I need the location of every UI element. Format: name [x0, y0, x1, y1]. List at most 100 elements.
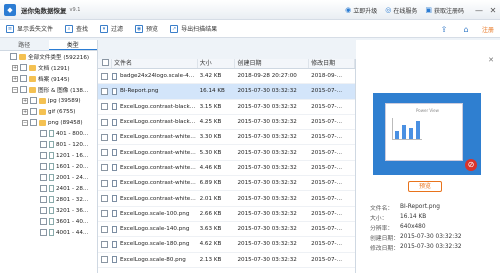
tree-item[interactable]: 全部文件类型 (592216) — [0, 51, 97, 62]
tree-item[interactable]: + 档案 (9145) — [0, 73, 97, 84]
filter-button[interactable]: ▾ 过滤 — [100, 24, 123, 33]
file-row[interactable]: BI-Report.png 16.14 KB 2015-07-30 03:32:32… — [98, 84, 355, 100]
row-checkbox[interactable] — [98, 240, 112, 248]
file-row[interactable]: ExcelLogo.contrast-white… 6.89 KB 2015-07-… — [98, 176, 355, 192]
tree-checkbox[interactable] — [40, 218, 47, 225]
file-created: 2015-07-30 03:32:32 — [237, 119, 297, 126]
file-name: ExcelLogo.scale-80.png — [119, 256, 186, 263]
header-checkbox[interactable] — [98, 59, 112, 68]
row-checkbox[interactable] — [98, 72, 112, 80]
find-button[interactable]: ⌕ 查找 — [65, 24, 88, 33]
row-checkbox[interactable] — [98, 256, 112, 264]
online-service-button[interactable]: ◎ 在线服务 — [385, 6, 417, 15]
row-checkbox[interactable] — [98, 103, 112, 111]
tree-item[interactable]: 401 - 800… — [0, 128, 97, 139]
row-checkbox[interactable] — [98, 164, 112, 172]
row-checkbox[interactable] — [98, 210, 112, 218]
file-name-cell: ExcelLogo.scale-140.png — [111, 225, 198, 233]
file-row[interactable]: ExcelLogo.contrast-white… 4.46 KB 2015-07-… — [98, 161, 355, 177]
tree-checkbox[interactable] — [40, 185, 47, 192]
tree-checkbox[interactable] — [20, 64, 27, 71]
tree-item[interactable]: 3201 - 36… — [0, 205, 97, 216]
file-row[interactable]: ExcelLogo.contrast-black… 4.25 KB 2015-07-… — [98, 115, 355, 131]
expand-toggle-icon[interactable]: + — [22, 108, 28, 115]
tree-checkbox[interactable] — [40, 174, 47, 181]
tree-checkbox[interactable] — [40, 163, 47, 170]
file-row[interactable]: ExcelLogo.contrast-white… 5.30 KB 2015-07-… — [98, 145, 355, 161]
register-button[interactable]: 注册 — [482, 25, 494, 34]
close-icon[interactable]: ✕ — [488, 56, 494, 64]
tree-checkbox[interactable] — [40, 141, 47, 148]
image-file-icon — [111, 179, 117, 187]
tree-item[interactable]: 2801 - 32… — [0, 194, 97, 205]
tree-item[interactable]: 4001 - 44… — [0, 227, 97, 238]
expand-toggle-icon[interactable]: − — [12, 86, 18, 93]
file-type-tree: 全部文件类型 (592216) + 文档 (1291) + 档案 (9145) − 图形 &… — [0, 51, 97, 238]
row-checkbox[interactable] — [98, 118, 112, 126]
tree-item[interactable]: + jpg (39589) — [0, 95, 97, 106]
share-icon[interactable]: ⇪ — [438, 25, 450, 34]
tree-checkbox[interactable] — [30, 119, 37, 126]
tree-checkbox[interactable] — [20, 86, 27, 93]
tree-checkbox[interactable] — [40, 207, 47, 214]
tree-checkbox[interactable] — [10, 53, 17, 60]
tab-path[interactable]: 路径 — [0, 40, 49, 50]
tree-checkbox[interactable] — [30, 97, 37, 104]
minimize-button[interactable]: — — [472, 6, 486, 15]
preview-toolbar-button[interactable]: ◉ 预览 — [135, 24, 158, 33]
tree-item[interactable]: 1201 - 16… — [0, 150, 97, 161]
row-checkbox[interactable] — [98, 225, 112, 233]
file-created: 2015-07-30 03:32:32 — [237, 134, 297, 141]
preview-button[interactable]: 预览 — [408, 181, 442, 192]
file-row[interactable]: ExcelLogo.contrast-white… 3.30 KB 2015-07-… — [98, 130, 355, 146]
file-row[interactable]: ExcelLogo.contrast-black… 3.15 KB 2015-07-… — [98, 100, 355, 115]
expand-toggle-icon[interactable]: + — [12, 75, 18, 82]
tree-checkbox[interactable] — [40, 196, 47, 203]
expand-toggle-icon[interactable]: − — [22, 119, 28, 126]
expand-toggle-icon[interactable]: + — [22, 97, 28, 104]
get-license-button[interactable]: ▣ 获取注册码 — [425, 6, 464, 15]
file-row[interactable]: ExcelLogo.scale-80.png 2.13 KB 2015-07-30 … — [98, 253, 355, 268]
row-checkbox[interactable] — [98, 149, 112, 157]
tree-item-label: gif (6755) — [48, 108, 76, 115]
tree-item[interactable]: + 文档 (1291) — [0, 62, 97, 73]
tree-checkbox[interactable] — [40, 152, 47, 159]
file-row[interactable]: ExcelLogo.scale-140.png 3.63 KB 2015-07-30… — [98, 222, 355, 238]
column-size[interactable]: 大小 — [198, 59, 236, 68]
expand-toggle-icon[interactable]: + — [12, 64, 18, 71]
file-modified: 2018-09-… — [311, 73, 343, 80]
show-lost-files-button[interactable]: ≡ 显示丢失文件 — [6, 24, 53, 33]
column-name[interactable]: 文件名 — [112, 59, 198, 68]
row-checkbox[interactable] — [98, 133, 112, 141]
file-row[interactable]: ExcelLogo.contrast-white… 2.01 KB 2015-07-… — [98, 191, 355, 207]
file-size: 2.66 KB — [199, 210, 222, 217]
file-row[interactable]: ExcelLogo.scale-100.png 2.66 KB 2015-07-30… — [98, 207, 355, 222]
home-icon[interactable]: ⌂ — [460, 25, 472, 34]
file-row[interactable]: badge24x24logo.scale-4… 3.42 KB 2018-09-28… — [98, 69, 355, 85]
tree-item[interactable]: 801 - 120… — [0, 139, 97, 150]
tree-item[interactable]: 2001 - 24… — [0, 172, 97, 183]
row-checkbox[interactable] — [98, 195, 112, 203]
preview-bar — [416, 121, 420, 139]
tree-item[interactable]: + gif (6755) — [0, 106, 97, 117]
tab-type[interactable]: 类型 — [48, 40, 97, 50]
tree-checkbox[interactable] — [20, 75, 27, 82]
tree-item[interactable]: − png (89458) — [0, 117, 97, 128]
tree-item[interactable]: 1601 - 20… — [0, 161, 97, 172]
column-created[interactable]: 创建日期 — [235, 59, 310, 68]
tree-checkbox[interactable] — [40, 229, 47, 236]
row-checkbox[interactable] — [98, 87, 112, 95]
file-name-cell: ExcelLogo.scale-80.png — [111, 256, 198, 264]
file-modified: 2015-07-… — [311, 241, 343, 248]
file-row[interactable]: ExcelLogo.scale-180.png 4.62 KB 2015-07-30… — [98, 237, 355, 253]
row-checkbox[interactable] — [98, 179, 112, 187]
tree-item[interactable]: − 图形 & 图像 (138… — [0, 84, 97, 95]
tree-checkbox[interactable] — [30, 108, 37, 115]
column-modified[interactable]: 修改日期 — [309, 59, 355, 68]
upgrade-button[interactable]: ◉ 立即升级 — [345, 6, 377, 15]
export-scan-button[interactable]: ↗ 导出扫描结果 — [170, 24, 217, 33]
tree-item[interactable]: 2401 - 28… — [0, 183, 97, 194]
tree-checkbox[interactable] — [40, 130, 47, 137]
tree-item[interactable]: 3601 - 40… — [0, 216, 97, 227]
close-window-button[interactable]: ✕ — [486, 6, 500, 15]
